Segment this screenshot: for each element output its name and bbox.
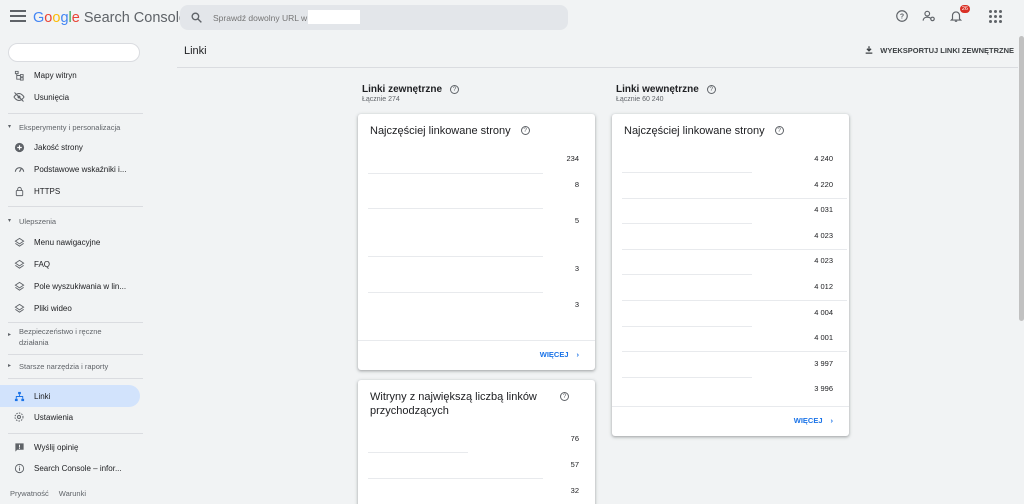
property-selector[interactable]	[8, 43, 140, 62]
sidebar-item-page-experience[interactable]: Jakość strony	[0, 136, 140, 158]
layers-icon	[13, 236, 25, 248]
internal-links-title: Linki wewnętrzne	[616, 84, 699, 95]
help-icon[interactable]: ?	[560, 392, 569, 401]
links-icon	[13, 390, 25, 402]
help-icon[interactable]: ?	[706, 85, 716, 94]
top-bar: GoogleSearch Console ? 26	[0, 0, 1024, 36]
sitemap-icon	[13, 69, 25, 81]
privacy-link[interactable]: Prywatność	[10, 489, 49, 498]
sidebar-item-sitelinks-search[interactable]: Pole wyszukiwania w lin...	[0, 275, 140, 297]
card-title: Witryny z największą liczbą linków przyc…	[370, 390, 569, 418]
section-enhancements[interactable]: ▾ Ulepszenia	[8, 216, 143, 227]
page-title: Linki	[184, 45, 207, 57]
layers-icon	[13, 280, 25, 292]
sidebar-item-sitemaps[interactable]: Mapy witryn	[0, 64, 140, 86]
external-links-header: Linki zewnętrzne? Łącznie 274	[362, 84, 460, 103]
external-top-pages-card: Najczęściej linkowane strony ? 234 8 5 3…	[358, 114, 595, 370]
external-links-title: Linki zewnętrzne	[362, 84, 443, 95]
eye-off-icon	[13, 91, 25, 103]
export-external-links-button[interactable]: WYEKSPORTUJ LINKI ZEWNĘTRZNE	[864, 45, 1014, 55]
divider	[8, 322, 143, 323]
sidebar-item-faq[interactable]: FAQ	[0, 253, 140, 275]
scrollbar[interactable]	[1018, 36, 1024, 504]
redacted-property	[308, 10, 360, 24]
lock-icon	[13, 185, 25, 197]
chevron-right-icon: ›	[576, 350, 580, 359]
url-inspection-search[interactable]	[180, 5, 568, 30]
apps-grid-icon[interactable]	[989, 9, 1002, 23]
search-icon	[191, 12, 202, 23]
sidebar-item-removals[interactable]: Usunięcia	[0, 86, 140, 108]
external-top-sites-card: Witryny z największą liczbą linków przyc…	[358, 380, 595, 504]
sidebar-item-about[interactable]: Search Console – infor...	[0, 457, 140, 479]
gear-icon	[13, 411, 25, 423]
divider	[8, 378, 143, 379]
scrollbar-thumb[interactable]	[1019, 36, 1024, 321]
section-experiments[interactable]: ▾ Eksperymenty i personalizacja	[8, 122, 143, 133]
terms-link[interactable]: Warunki	[59, 489, 86, 498]
plus-circle-icon	[13, 141, 25, 153]
sidebar: Mapy witryn Usunięcia ▾ Eksperymenty i p…	[0, 36, 150, 504]
divider	[8, 433, 143, 434]
more-button[interactable]: WIĘCEJ ›	[540, 350, 579, 359]
caret-down-icon: ▾	[8, 124, 12, 130]
header-divider	[177, 67, 1024, 68]
svg-text:?: ?	[900, 14, 904, 21]
divider	[8, 354, 143, 355]
layers-icon	[13, 302, 25, 314]
users-settings-icon[interactable]	[921, 8, 937, 24]
sidebar-item-core-web-vitals[interactable]: Podstawowe wskaźniki i...	[0, 158, 140, 180]
external-links-total: Łącznie 274	[362, 96, 400, 103]
sidebar-item-settings[interactable]: Ustawienia	[0, 406, 140, 428]
help-icon[interactable]: ?	[894, 8, 910, 24]
caret-right-icon: ▸	[8, 363, 12, 369]
help-icon[interactable]: ?	[774, 126, 784, 135]
hamburger-menu-icon[interactable]	[10, 10, 26, 24]
more-button[interactable]: WIĘCEJ ›	[794, 416, 833, 425]
section-security[interactable]: ▸ Bezpieczeństwo i ręczne działania	[8, 326, 143, 348]
notifications-icon[interactable]: 26	[948, 5, 970, 24]
sidebar-footer: Prywatność Warunki	[10, 489, 86, 498]
search-console-logo[interactable]: Google Search Console	[33, 10, 187, 26]
notification-badge: 26	[959, 5, 970, 13]
internal-top-pages-card: Najczęściej linkowane strony ? 4 240 4 22…	[612, 114, 849, 436]
chevron-right-icon: ›	[830, 416, 834, 425]
sidebar-item-links[interactable]: Linki	[0, 385, 140, 407]
download-icon	[865, 46, 873, 54]
top-actions: ? 26	[894, 5, 1002, 24]
info-icon	[13, 462, 25, 474]
sidebar-item-videos[interactable]: Pliki wideo	[0, 297, 140, 319]
card-title: Najczęściej linkowane strony ?	[624, 124, 784, 138]
divider	[8, 206, 143, 207]
caret-right-icon: ▸	[8, 332, 12, 338]
help-icon[interactable]: ?	[450, 85, 460, 94]
help-icon[interactable]: ?	[520, 126, 530, 135]
internal-links-header: Linki wewnętrzne? Łącznie 60 240	[616, 84, 716, 103]
sidebar-item-breadcrumbs[interactable]: Menu nawigacyjne	[0, 231, 140, 253]
feedback-icon	[13, 441, 25, 453]
section-legacy[interactable]: ▸ Starsze narzędzia i raporty	[8, 361, 143, 372]
sidebar-item-feedback[interactable]: Wyślij opinię	[0, 436, 140, 458]
internal-links-total: Łącznie 60 240	[616, 96, 664, 103]
divider	[8, 113, 143, 114]
layers-icon	[13, 258, 25, 270]
card-title: Najczęściej linkowane strony ?	[370, 124, 530, 138]
sidebar-item-https[interactable]: HTTPS	[0, 180, 140, 202]
gauge-icon	[13, 163, 25, 175]
caret-down-icon: ▾	[8, 218, 12, 224]
